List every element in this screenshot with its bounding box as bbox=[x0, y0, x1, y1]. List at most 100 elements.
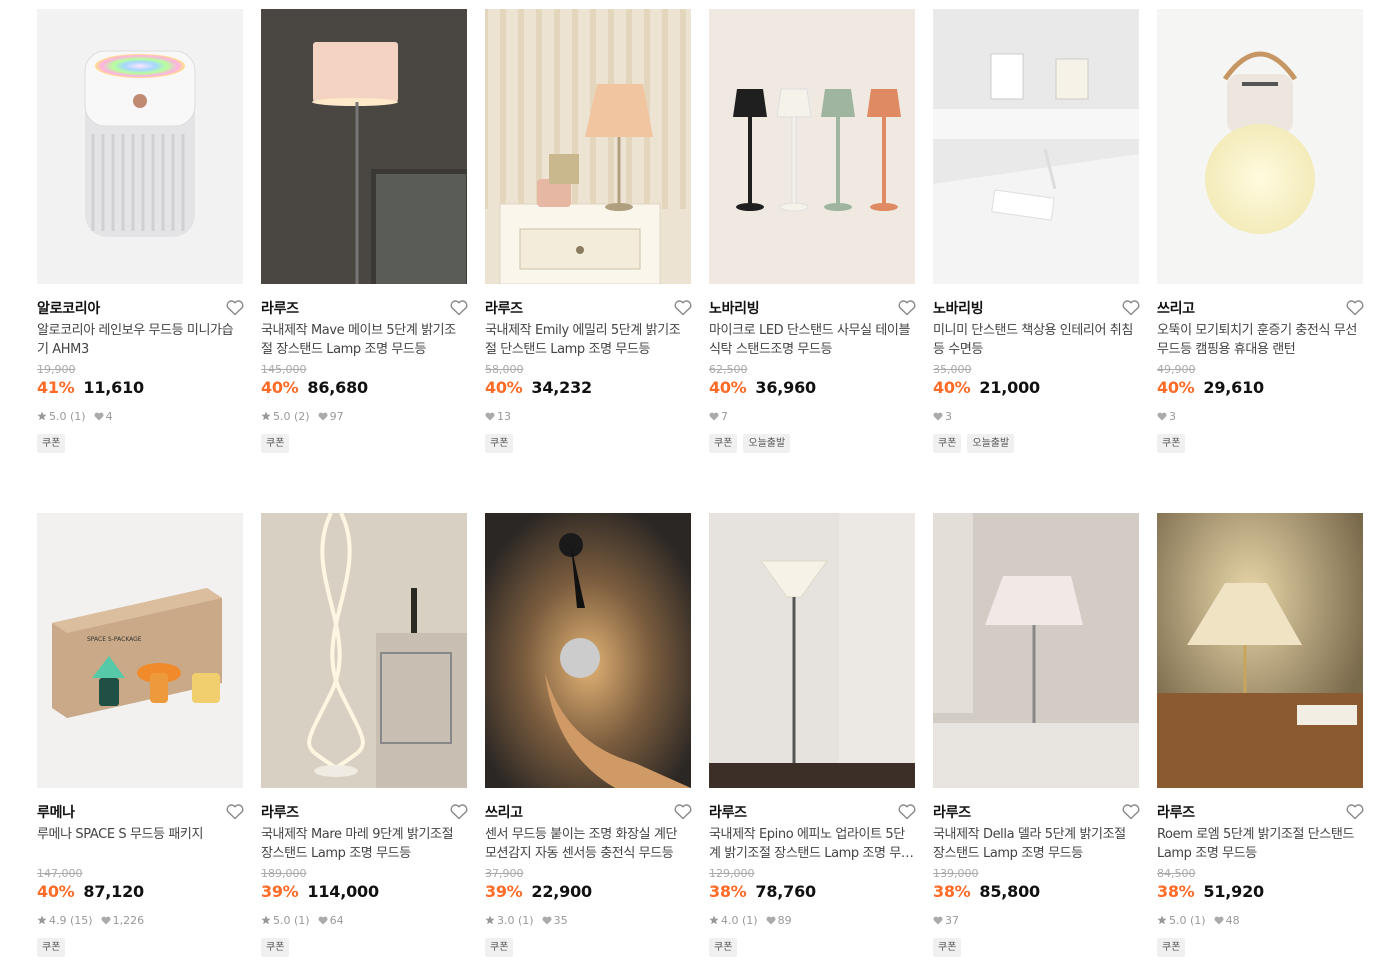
wishlist-heart-icon[interactable] bbox=[225, 802, 245, 822]
product-title[interactable]: 국내제작 Della 델라 5단계 밝기조절 장스탠드 Lamp 조명 무드등 bbox=[933, 825, 1139, 863]
wishlist-heart-icon[interactable] bbox=[225, 298, 245, 318]
brand-name[interactable]: 라루즈 bbox=[261, 802, 299, 822]
original-price: 37,900 bbox=[485, 867, 524, 880]
brand-name[interactable]: 쓰리고 bbox=[485, 802, 523, 822]
product-card[interactable]: 쓰리고 오뚝이 모기퇴치기 훈증기 충전식 무선 무드등 캠핑용 휴대용 랜턴 … bbox=[1157, 9, 1365, 453]
product-image[interactable] bbox=[261, 9, 467, 284]
wishlist-heart-icon[interactable] bbox=[449, 802, 469, 822]
product-image[interactable] bbox=[485, 9, 691, 284]
product-meta: 7 bbox=[709, 408, 915, 424]
product-meta: 5.0 (1) 64 bbox=[261, 912, 467, 928]
product-image[interactable] bbox=[37, 9, 243, 284]
sale-price: 51,920 bbox=[1203, 882, 1264, 901]
wishlist-heart-icon[interactable] bbox=[897, 802, 917, 822]
badge-tag: 쿠폰 bbox=[933, 434, 962, 453]
product-title[interactable]: 알로코리아 레인보우 무드등 미니가습기 AHM3 bbox=[37, 321, 243, 359]
wishlist-heart-icon[interactable] bbox=[449, 298, 469, 318]
product-image[interactable] bbox=[933, 513, 1139, 788]
likes-count: 48 bbox=[1225, 913, 1240, 927]
product-image[interactable] bbox=[1157, 9, 1363, 284]
product-title[interactable]: 국내제작 Mare 마레 9단계 밝기조절 장스탠드 Lamp 조명 무드등 bbox=[261, 825, 467, 863]
wishlist-heart-icon[interactable] bbox=[1121, 298, 1141, 318]
sale-price: 29,610 bbox=[1203, 378, 1264, 397]
brand-name[interactable]: 노바리빙 bbox=[933, 298, 984, 318]
tag-list: 쿠폰 bbox=[37, 938, 243, 957]
likes-count: 3 bbox=[945, 409, 952, 423]
original-price: 35,000 bbox=[933, 363, 972, 376]
wishlist-heart-icon[interactable] bbox=[1345, 802, 1365, 822]
product-title[interactable]: 마이크로 LED 단스탠드 사무실 테이블 식탁 스탠드조명 무드등 bbox=[709, 321, 915, 359]
likes: 1,226 bbox=[101, 914, 144, 927]
product-card[interactable]: 노바리빙 마이크로 LED 단스탠드 사무실 테이블 식탁 스탠드조명 무드등 … bbox=[709, 9, 917, 453]
product-meta: 3 bbox=[933, 408, 1139, 424]
wishlist-heart-icon[interactable] bbox=[897, 298, 917, 318]
wishlist-heart-icon[interactable] bbox=[673, 298, 693, 318]
brand-name[interactable]: 알로코리아 bbox=[37, 298, 100, 318]
likes-count: 35 bbox=[553, 913, 568, 927]
product-card[interactable]: 라루즈 국내제작 Epino 에피노 업라이트 5단계 밝기조절 장스탠드 La… bbox=[709, 513, 917, 957]
heart-icon bbox=[933, 916, 943, 925]
product-title[interactable]: 국내제작 Mave 메이브 5단계 밝기조절 장스탠드 Lamp 조명 무드등 bbox=[261, 321, 467, 359]
product-title[interactable]: Roem 로엠 5단계 밝기조절 단스탠드 Lamp 조명 무드등 bbox=[1157, 825, 1363, 863]
product-image[interactable] bbox=[933, 9, 1139, 284]
product-title[interactable]: 센서 무드등 붙이는 조명 화장실 계단 모션감지 자동 센서등 충전식 무드등 bbox=[485, 825, 691, 863]
heart-icon bbox=[1157, 412, 1167, 421]
brand-name[interactable]: 쓰리고 bbox=[1157, 298, 1195, 318]
product-card[interactable]: SPACE S-PACKAGE 루메나 루메나 SPACE S 무드등 패키지 … bbox=[37, 513, 245, 957]
likes: 7 bbox=[709, 410, 728, 423]
rating-text: 4.9 (15) bbox=[49, 913, 93, 927]
brand-name[interactable]: 라루즈 bbox=[709, 802, 747, 822]
product-meta: 5.0 (1) 48 bbox=[1157, 912, 1363, 928]
product-image[interactable] bbox=[1157, 513, 1363, 788]
brand-name[interactable]: 노바리빙 bbox=[709, 298, 760, 318]
wishlist-heart-icon[interactable] bbox=[1121, 802, 1141, 822]
product-title[interactable]: 국내제작 Epino 에피노 업라이트 5단계 밝기조절 장스탠드 Lamp 조… bbox=[709, 825, 915, 863]
brand-name[interactable]: 라루즈 bbox=[933, 802, 971, 822]
tag-list: 쿠폰 bbox=[37, 434, 243, 453]
badge-tag: 쿠폰 bbox=[261, 434, 290, 453]
product-card[interactable]: 라루즈 국내제작 Mave 메이브 5단계 밝기조절 장스탠드 Lamp 조명 … bbox=[261, 9, 469, 453]
product-card[interactable]: 쓰리고 센서 무드등 붙이는 조명 화장실 계단 모션감지 자동 센서등 충전식… bbox=[485, 513, 693, 957]
heart-icon bbox=[485, 412, 495, 421]
product-image[interactable] bbox=[485, 513, 691, 788]
product-image[interactable] bbox=[709, 9, 915, 284]
product-card[interactable]: 라루즈 Roem 로엠 5단계 밝기조절 단스탠드 Lamp 조명 무드등 84… bbox=[1157, 513, 1365, 957]
product-card[interactable]: 라루즈 국내제작 Emily 에밀리 5단계 밝기조절 단스탠드 Lamp 조명… bbox=[485, 9, 693, 453]
product-card[interactable]: 라루즈 국내제작 Mare 마레 9단계 밝기조절 장스탠드 Lamp 조명 무… bbox=[261, 513, 469, 957]
product-image[interactable] bbox=[709, 513, 915, 788]
heart-icon bbox=[933, 412, 943, 421]
brand-name[interactable]: 라루즈 bbox=[1157, 802, 1195, 822]
badge-tag: 쿠폰 bbox=[709, 938, 738, 957]
likes: 64 bbox=[318, 914, 344, 927]
product-title[interactable]: 오뚝이 모기퇴치기 훈증기 충전식 무선 무드등 캠핑용 휴대용 랜턴 bbox=[1157, 321, 1363, 359]
wishlist-heart-icon[interactable] bbox=[1345, 298, 1365, 318]
likes-count: 64 bbox=[329, 913, 344, 927]
product-title[interactable]: 루메나 SPACE S 무드등 패키지 bbox=[37, 825, 243, 863]
wishlist-heart-icon[interactable] bbox=[673, 802, 693, 822]
likes: 3 bbox=[933, 410, 952, 423]
likes: 3 bbox=[1157, 410, 1176, 423]
product-title[interactable]: 미니미 단스탠드 책상용 인테리어 취침등 수면등 bbox=[933, 321, 1139, 359]
likes: 89 bbox=[766, 914, 792, 927]
product-card[interactable]: 노바리빙 미니미 단스탠드 책상용 인테리어 취침등 수면등 35,000 40… bbox=[933, 9, 1141, 453]
brand-name[interactable]: 라루즈 bbox=[261, 298, 299, 318]
product-card[interactable]: 알로코리아 알로코리아 레인보우 무드등 미니가습기 AHM3 19,900 4… bbox=[37, 9, 245, 453]
discount-rate: 40% bbox=[37, 882, 75, 901]
brand-name[interactable]: 루메나 bbox=[37, 802, 75, 822]
product-card[interactable]: 라루즈 국내제작 Della 델라 5단계 밝기조절 장스탠드 Lamp 조명 … bbox=[933, 513, 1141, 957]
product-image[interactable] bbox=[261, 513, 467, 788]
badge-tag: 쿠폰 bbox=[709, 434, 738, 453]
product-title[interactable]: 국내제작 Emily 에밀리 5단계 밝기조절 단스탠드 Lamp 조명 무드등 bbox=[485, 321, 691, 359]
rating: 5.0 (1) bbox=[37, 410, 86, 423]
star-icon bbox=[37, 411, 47, 421]
discount-rate: 39% bbox=[261, 882, 299, 901]
heart-icon bbox=[766, 916, 776, 925]
badge-tag: 오늘출발 bbox=[967, 434, 1015, 453]
rating-text: 5.0 (1) bbox=[1169, 913, 1206, 927]
product-image[interactable]: SPACE S-PACKAGE bbox=[37, 513, 243, 788]
likes-count: 3 bbox=[1169, 409, 1176, 423]
likes-count: 97 bbox=[329, 409, 344, 423]
brand-name[interactable]: 라루즈 bbox=[485, 298, 523, 318]
discount-rate: 39% bbox=[485, 882, 523, 901]
badge-tag: 쿠폰 bbox=[485, 938, 514, 957]
